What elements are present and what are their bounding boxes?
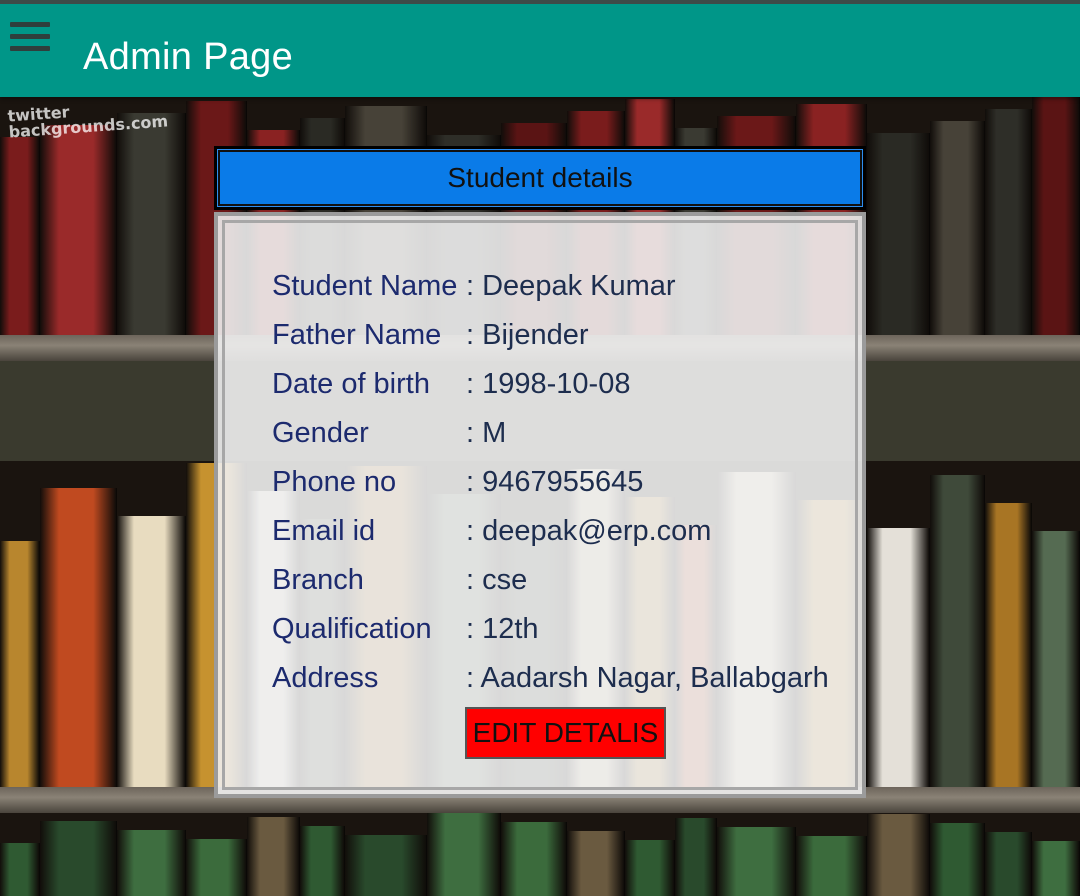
book-spine	[0, 541, 40, 791]
bottom-shelf	[0, 813, 1080, 896]
book-spine	[40, 125, 117, 337]
book-spine	[1032, 841, 1080, 896]
field-label: Branch	[272, 564, 364, 596]
book-spine	[501, 822, 567, 896]
hamburger-menu-icon[interactable]	[10, 18, 52, 58]
book-spine	[0, 843, 40, 896]
field-label: Father Name	[272, 319, 442, 351]
book-spine	[930, 475, 985, 791]
field-value: : M	[466, 417, 507, 449]
page-title: Admin Page	[83, 36, 294, 78]
header-bar: Student details	[217, 149, 863, 207]
field-value: : deepak@erp.com	[466, 515, 712, 547]
book-spine	[117, 830, 186, 896]
book-spine	[1032, 97, 1080, 337]
book-spine	[867, 133, 930, 337]
book-spine	[867, 528, 930, 791]
book-spine	[40, 488, 117, 791]
field-label: Phone no	[272, 466, 397, 498]
menu-bar-line	[10, 46, 50, 51]
book-spine	[117, 113, 186, 337]
edit-details-button[interactable]: EDIT DETALIS	[465, 707, 666, 759]
field-label: Student Name	[272, 270, 458, 302]
field-label: Address	[272, 662, 379, 694]
book-spine	[247, 817, 300, 896]
field-value: : 1998-10-08	[466, 368, 631, 400]
book-spine	[1032, 531, 1080, 791]
book-spine	[675, 818, 717, 896]
book-spine	[985, 109, 1032, 337]
menu-bar-line	[10, 34, 50, 39]
book-spine	[930, 121, 985, 337]
card-inner-border: Student Name : Deepak Kumar Father Name …	[222, 220, 858, 790]
book-spine	[985, 503, 1032, 791]
book-spine	[567, 831, 625, 896]
book-spine	[117, 516, 186, 791]
menu-bar-line	[10, 22, 50, 27]
field-value: : cse	[466, 564, 528, 596]
app-bar: Admin Page	[0, 0, 1080, 97]
field-label: Gender	[272, 417, 369, 449]
book-spine	[0, 137, 40, 337]
field-label: Email id	[272, 515, 376, 547]
book-spine	[985, 832, 1032, 896]
book-spine	[345, 835, 427, 896]
field-value: : Bijender	[466, 319, 589, 351]
book-spine	[796, 836, 867, 896]
book-spine	[427, 813, 501, 896]
field-label: Date of birth	[272, 368, 430, 400]
field-value: : 9467955645	[466, 466, 644, 498]
student-details-header: Student details	[214, 146, 866, 210]
book-spine	[625, 840, 675, 896]
book-spine	[40, 821, 117, 896]
book-spine	[717, 827, 796, 896]
book-spine	[186, 839, 247, 896]
book-spine	[867, 814, 930, 896]
book-spine	[930, 823, 985, 896]
field-label: Qualification	[272, 613, 432, 645]
student-details-card: Student Name : Deepak Kumar Father Name …	[214, 212, 866, 798]
field-value: : Deepak Kumar	[466, 270, 676, 302]
panel-title: Student details	[447, 162, 633, 193]
field-value: : Aadarsh Nagar, Ballabgarh	[466, 662, 829, 694]
book-spine	[300, 826, 345, 896]
field-value: : 12th	[466, 613, 539, 645]
